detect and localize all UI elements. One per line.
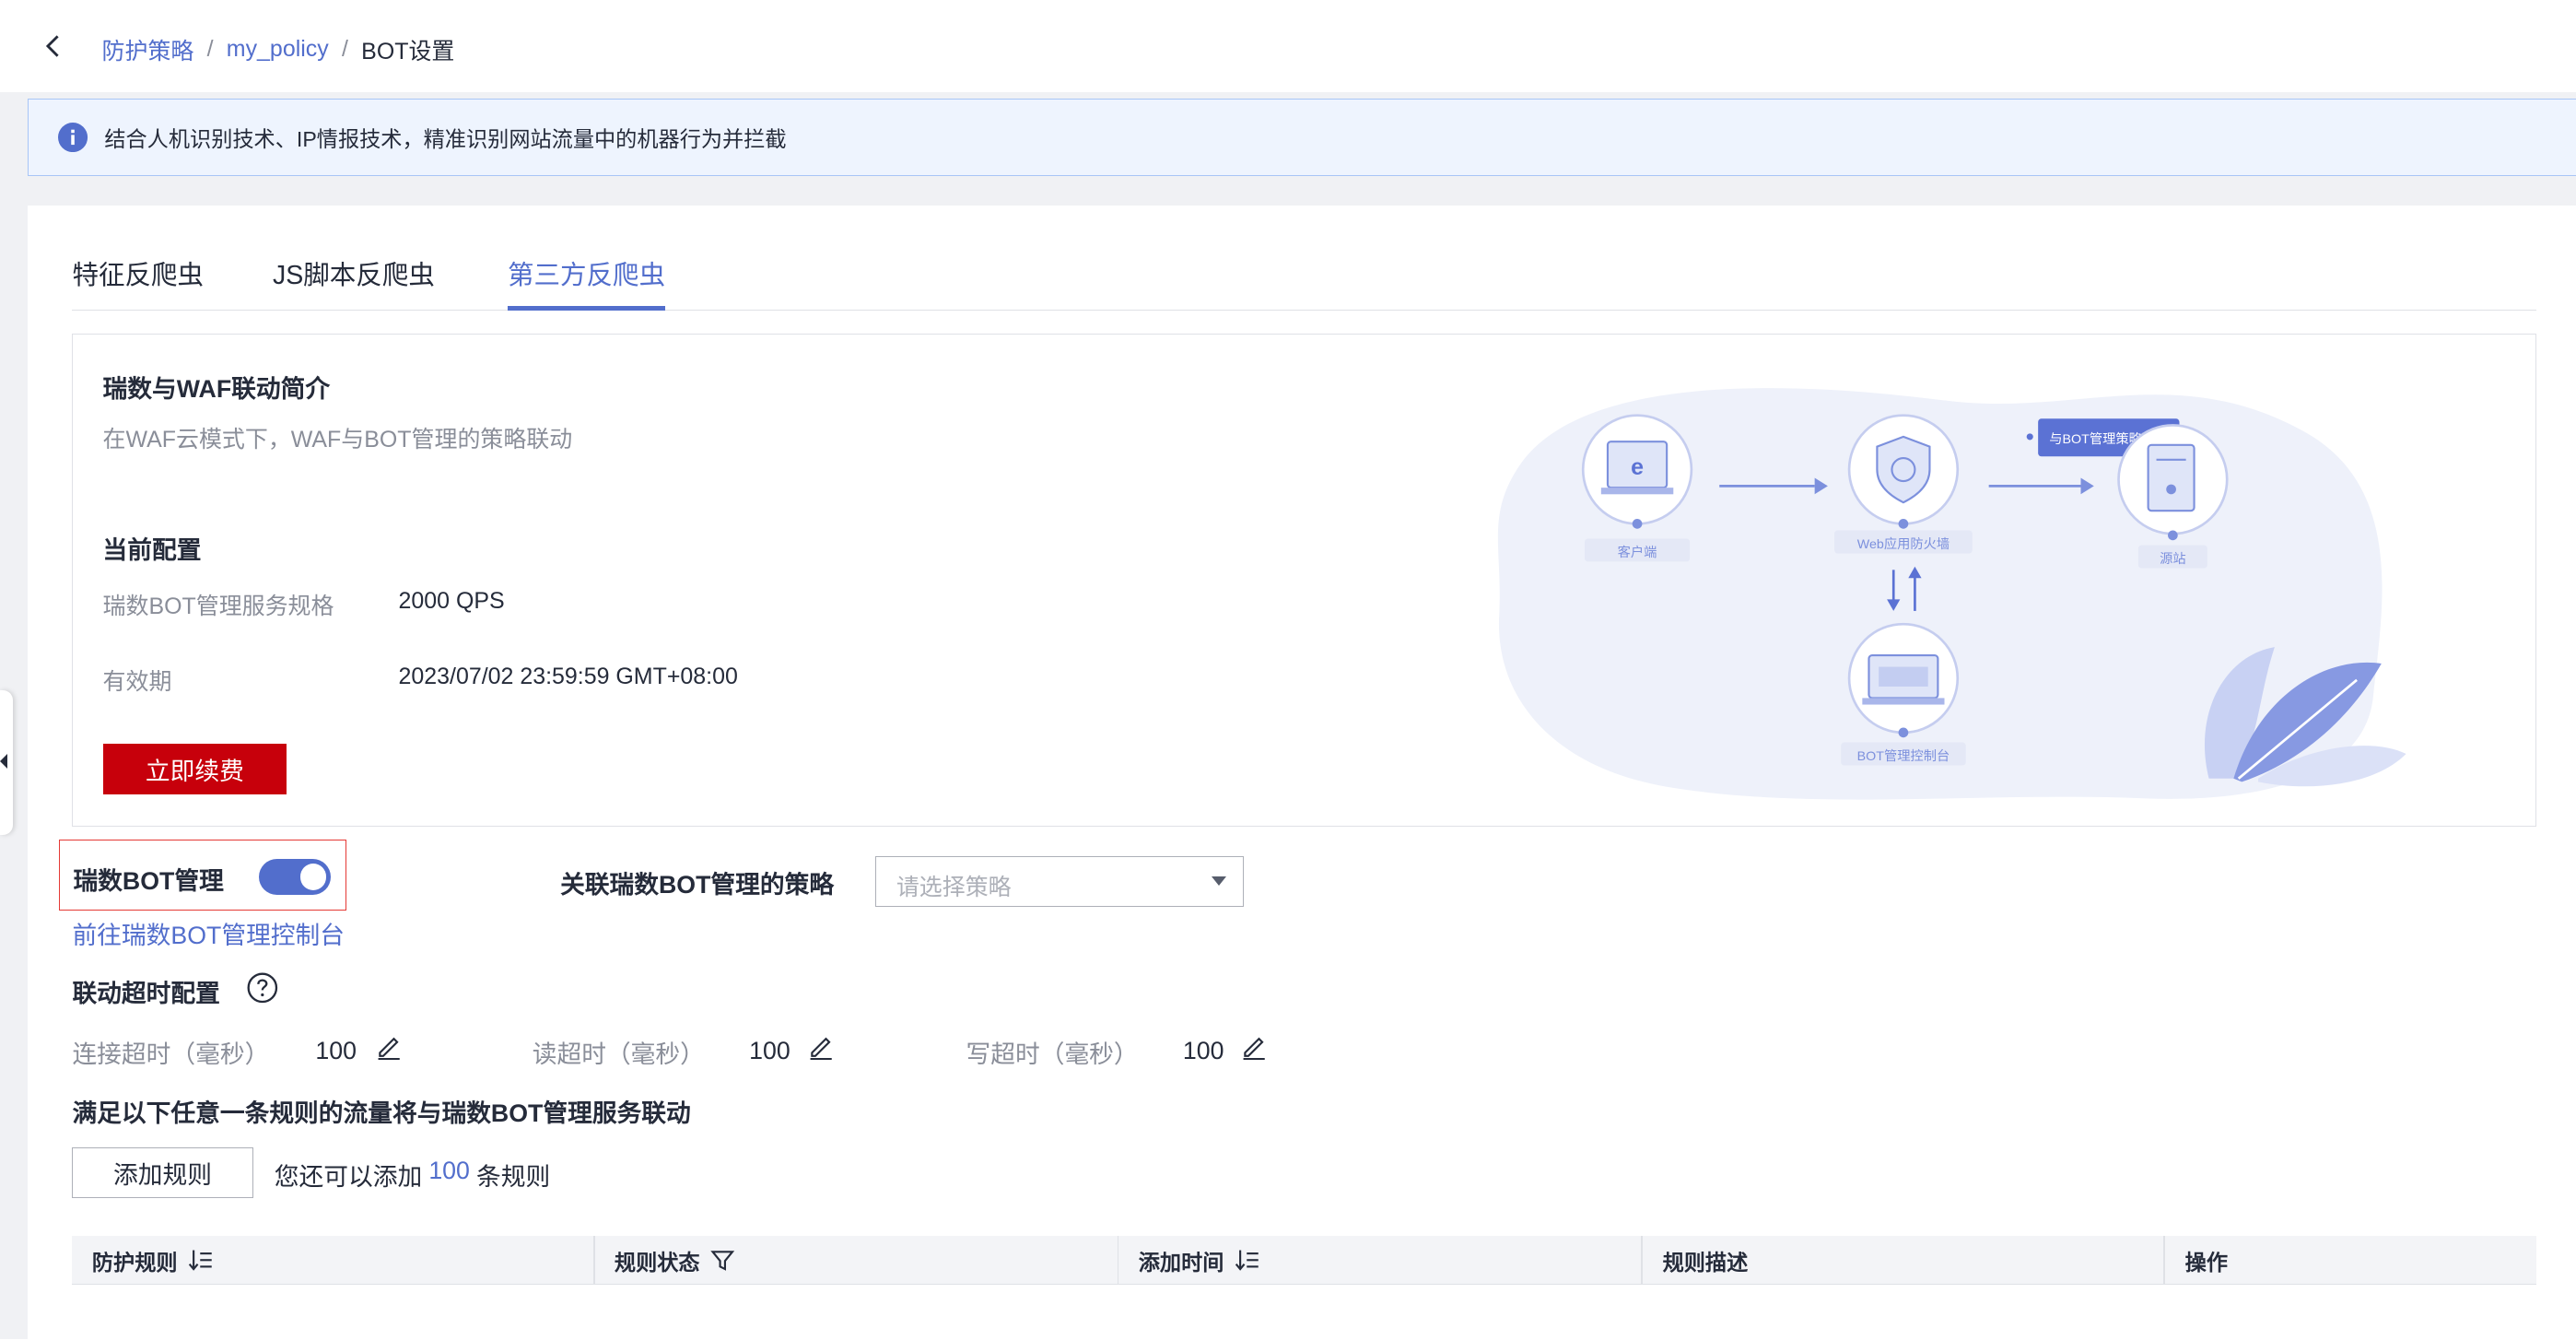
console-node: BOT管理控制台	[1841, 622, 1966, 766]
column-header-rule: 防护规则	[72, 1236, 594, 1285]
timeout-config-title: 联动超时配置	[72, 979, 220, 1007]
column-header-label: 添加时间	[1138, 1250, 1224, 1275]
client-label: 客户端	[1618, 545, 1657, 560]
toggle-knob	[299, 864, 327, 890]
tab-js-anti-crawler[interactable]: JS脚本反爬虫	[273, 254, 435, 311]
edit-icon[interactable]	[375, 1032, 403, 1060]
column-header-label: 规则状态	[614, 1250, 700, 1275]
info-icon	[58, 122, 88, 152]
console-label: BOT管理控制台	[1857, 748, 1950, 764]
filter-icon[interactable]	[709, 1247, 736, 1274]
column-header-label: 操作	[2184, 1250, 2228, 1275]
quota-prefix: 您还可以添加	[274, 1163, 423, 1192]
policy-select[interactable]: 请选择策略	[875, 856, 1244, 908]
help-icon[interactable]	[246, 971, 279, 1005]
spec-label: 瑞数BOT管理服务规格	[102, 593, 334, 619]
caret-down-icon	[1212, 876, 1227, 886]
page: 防护策略 / my_policy / BOT设置 结合人机识别技术、IP情报技术…	[0, 0, 2576, 1340]
breadcrumb-current: BOT设置	[361, 38, 455, 65]
notice-text: 结合人机识别技术、IP情报技术，精准识别网站流量中的机器行为并拦截	[104, 126, 787, 151]
column-header-status: 规则状态	[595, 1236, 1118, 1285]
breadcrumb-link-policy[interactable]: my_policy	[227, 36, 329, 63]
back-arrow-icon[interactable]	[40, 31, 69, 61]
read-timeout-label: 读超时（毫秒）	[532, 1040, 705, 1068]
sort-icon[interactable]	[1234, 1247, 1260, 1274]
spec-value: 2000 QPS	[398, 587, 505, 614]
origin-label: 源站	[2160, 551, 2186, 567]
column-header-label: 规则描述	[1662, 1250, 1749, 1275]
bot-management-toggle[interactable]	[258, 858, 332, 896]
sort-icon[interactable]	[187, 1247, 214, 1274]
client-node: e 客户端	[1581, 413, 1693, 562]
validity-value: 2023/07/02 23:59:59 GMT+08:00	[398, 663, 738, 689]
connect-timeout-value: 100	[315, 1037, 357, 1065]
rules-title: 满足以下任意一条规则的流量将与瑞数BOT管理服务联动	[72, 1099, 691, 1127]
breadcrumb-separator: /	[341, 36, 348, 63]
add-rule-button[interactable]: 添加规则	[72, 1146, 253, 1198]
edit-icon[interactable]	[807, 1032, 835, 1060]
rules-table-header: 防护规则 规则状态 添加时间 规则描述 操作	[72, 1235, 2537, 1286]
column-header-label: 防护规则	[91, 1250, 178, 1275]
sidebar-collapse-handle[interactable]	[0, 689, 14, 835]
validity-label: 有效期	[102, 668, 172, 695]
renew-button[interactable]: 立即续费	[102, 743, 287, 795]
breadcrumb-bar: 防护策略 / my_policy / BOT设置	[0, 0, 2576, 92]
edit-icon[interactable]	[1240, 1032, 1268, 1060]
config-title: 当前配置	[102, 536, 202, 565]
svg-text:e: e	[1631, 454, 1644, 480]
breadcrumb-separator: /	[206, 36, 214, 63]
quota-suffix: 条规则	[476, 1163, 551, 1192]
breadcrumb: 防护策略 / my_policy / BOT设置	[102, 33, 455, 66]
bot-management-label: 瑞数BOT管理	[73, 866, 224, 895]
breadcrumb-link-policies[interactable]: 防护策略	[102, 33, 194, 66]
column-header-time: 添加时间	[1118, 1236, 1641, 1285]
write-timeout-label: 写超时（毫秒）	[966, 1040, 1139, 1068]
quota-count: 100	[428, 1157, 470, 1185]
caret-left-icon	[0, 754, 7, 770]
policy-select-placeholder: 请选择策略	[896, 874, 1012, 900]
assoc-policy-label: 关联瑞数BOT管理的策略	[560, 870, 835, 899]
linkage-diagram: e 客户端 Web应用防火墙 与BOT管理策略联动 源站 BOT管理控制台	[1497, 387, 2406, 800]
intro-card: 瑞数与WAF联动简介 在WAF云模式下，WAF与BOT管理的策略联动 当前配置 …	[72, 333, 2537, 827]
read-timeout-value: 100	[749, 1037, 790, 1065]
rule-quota: 您还可以添加 100 条规则	[275, 1157, 550, 1193]
intro-subtitle: 在WAF云模式下，WAF与BOT管理的策略联动	[102, 427, 573, 453]
main-panel: 特征反爬虫 JS脚本反爬虫 第三方反爬虫 瑞数与WAF联动简介 在WAF云模式下…	[28, 205, 2576, 1340]
tab-feature-anti-crawler[interactable]: 特征反爬虫	[72, 254, 204, 311]
bot-console-link[interactable]: 前往瑞数BOT管理控制台	[72, 915, 345, 951]
info-notice: 结合人机识别技术、IP情报技术，精准识别网站流量中的机器行为并拦截	[28, 98, 2576, 176]
tab-third-party-anti-crawler[interactable]: 第三方反爬虫	[508, 254, 666, 311]
column-header-actions: 操作	[2165, 1236, 2536, 1285]
tab-bar: 特征反爬虫 JS脚本反爬虫 第三方反爬虫	[72, 206, 2537, 311]
write-timeout-value: 100	[1182, 1037, 1224, 1065]
column-header-description: 规则描述	[1643, 1236, 2165, 1285]
intro-title: 瑞数与WAF联动简介	[102, 375, 331, 404]
waf-label: Web应用防火墙	[1857, 535, 1950, 552]
bot-management-highlight: 瑞数BOT管理	[59, 840, 347, 911]
connect-timeout-label: 连接超时（毫秒）	[72, 1040, 270, 1068]
